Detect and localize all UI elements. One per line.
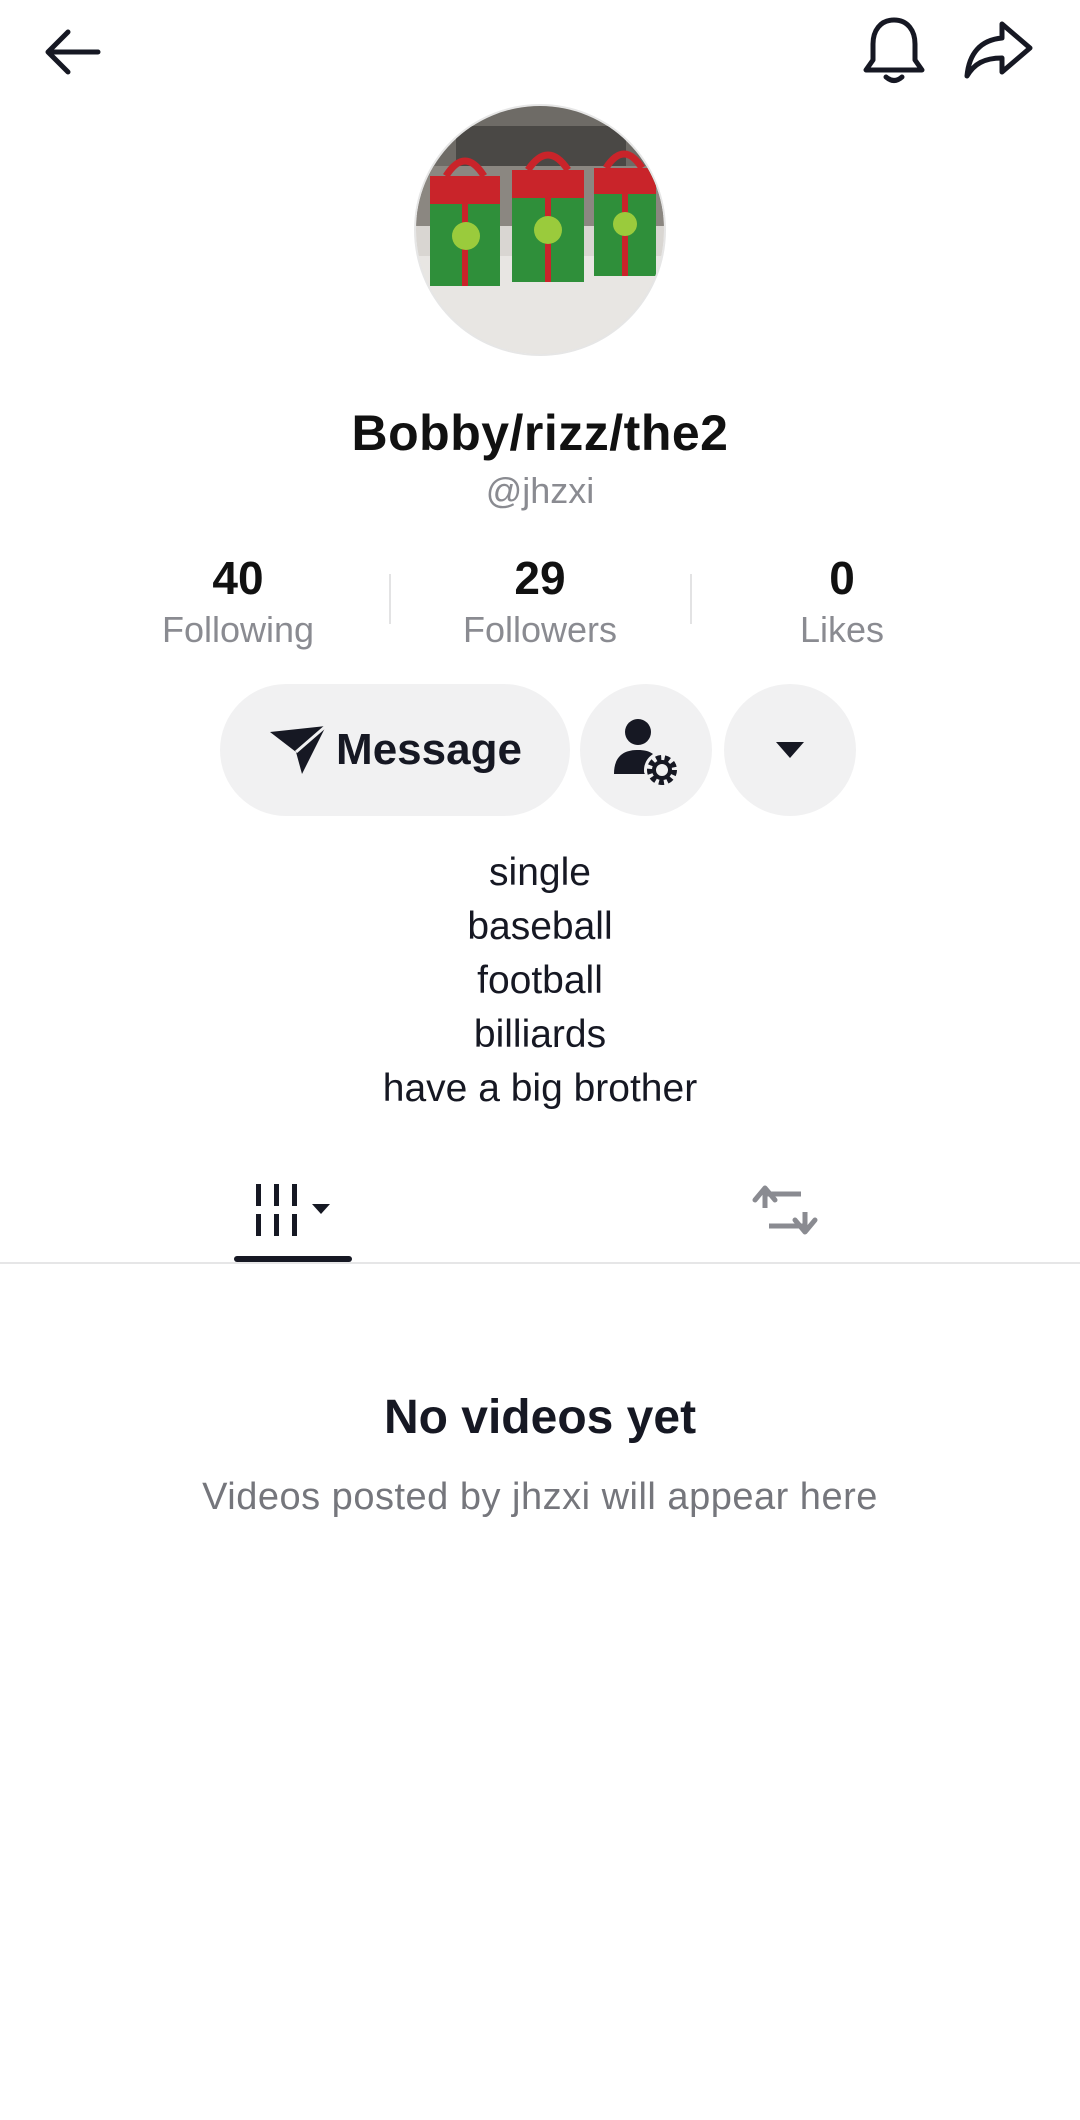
content-tabs <box>0 1160 1080 1264</box>
repost-icon <box>752 1185 818 1235</box>
more-options-button[interactable] <box>724 684 856 816</box>
profile-stats: 40 Following 29 Followers 0 Likes <box>0 548 1080 658</box>
following-count: 40 <box>212 552 264 604</box>
profile-actions: Message <box>0 684 1080 816</box>
bell-icon <box>863 17 925 83</box>
bio-line: billiards <box>473 1013 607 1056</box>
tab-videos[interactable] <box>234 1160 354 1260</box>
avatar-photo <box>416 106 664 354</box>
username-handle: @jhzxi <box>485 470 595 511</box>
caret-down-icon <box>776 742 804 758</box>
bio-line: single <box>489 851 591 894</box>
stat-likes[interactable]: 0 Likes <box>692 548 992 652</box>
likes-count: 0 <box>829 552 855 604</box>
empty-state-subtitle: Videos posted by jhzxi will appear here <box>202 1476 878 1518</box>
profile-screen: Bobby/rizz/the2 @jhzxi 40 Following 29 F… <box>0 0 1080 2120</box>
share-arrow-icon <box>964 21 1033 79</box>
bio-line: football <box>477 959 603 1002</box>
followers-count: 29 <box>514 552 566 604</box>
videos-grid-icon <box>256 1184 330 1236</box>
bio-line: baseball <box>467 905 613 948</box>
following-label: Following <box>161 609 315 650</box>
stat-followers[interactable]: 29 Followers <box>390 548 690 652</box>
notification-bell-button[interactable] <box>852 8 936 92</box>
tabs-divider <box>0 1262 1080 1264</box>
top-bar <box>0 0 1080 100</box>
back-button[interactable] <box>30 10 114 94</box>
share-button[interactable] <box>956 8 1040 92</box>
tab-reposts[interactable] <box>725 1160 845 1260</box>
display-name: Bobby/rizz/the2 <box>351 405 729 461</box>
empty-state-title: No videos yet <box>383 1391 697 1444</box>
stat-following[interactable]: 40 Following <box>88 548 388 652</box>
message-label: Message <box>336 725 522 774</box>
message-button[interactable]: Message <box>220 684 570 816</box>
person-gear-icon <box>614 719 677 785</box>
send-plane-icon <box>270 724 328 774</box>
bio: single baseball football billiards have … <box>0 846 1080 1116</box>
avatar[interactable] <box>414 104 666 356</box>
likes-label: Likes <box>799 609 885 650</box>
followers-label: Followers <box>462 609 618 650</box>
friend-settings-button[interactable] <box>580 684 712 816</box>
arrow-left-icon <box>45 29 101 75</box>
bio-line: have a big brother <box>382 1067 698 1110</box>
